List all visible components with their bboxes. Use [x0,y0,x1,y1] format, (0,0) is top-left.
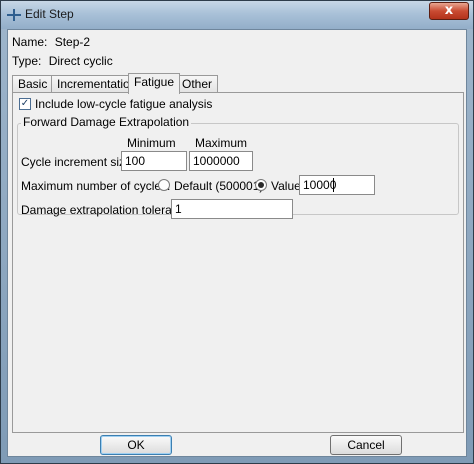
group-title: Forward Damage Extrapolation [21,115,192,129]
minimum-header: Minimum [127,136,176,150]
edit-step-dialog: Edit Step x Name: Step-2 Type: Direct cy… [0,0,474,464]
ok-button[interactable]: OK [100,435,172,455]
include-fatigue-checkbox[interactable]: ✓ [19,98,31,110]
tolerance-field[interactable] [171,199,293,219]
max-cycles-label: Maximum number of cycles: [21,179,171,193]
step-type-line: Type: Direct cyclic [12,54,113,68]
max-cycles-value-field[interactable] [299,175,375,195]
default-radio-label: Default (500001) [174,179,264,193]
maximum-header: Maximum [195,136,248,150]
text-cursor [333,178,334,192]
title-bar[interactable]: Edit Step x [1,1,473,29]
close-button[interactable]: x [429,2,469,20]
name-value: Step-2 [54,35,91,49]
type-label: Type: [12,54,42,68]
type-value: Direct cyclic [48,54,113,68]
cycle-increment-min-field[interactable] [121,151,187,171]
step-icon [7,9,21,21]
window-title: Edit Step [25,7,74,21]
dialog-body: Name: Step-2 Type: Direct cyclic Basic I… [7,29,467,457]
include-fatigue-label: Include low-cycle fatigue analysis [35,97,213,111]
cycle-increment-max-field[interactable] [189,151,253,171]
name-label: Name: [12,35,48,49]
default-radio[interactable] [158,179,170,191]
tab-basic[interactable]: Basic [12,75,54,93]
tab-fatigue[interactable]: Fatigue [128,73,181,94]
step-name-line: Name: Step-2 [12,35,90,49]
cancel-button[interactable]: Cancel [330,435,402,455]
cycle-increment-label: Cycle increment size: [21,155,136,169]
tab-other[interactable]: Other [176,75,219,93]
tolerance-label: Damage extrapolation tolerance: [21,203,195,217]
value-radio[interactable] [255,179,267,191]
fatigue-panel: ✓ Include low-cycle fatigue analysis For… [12,92,464,433]
